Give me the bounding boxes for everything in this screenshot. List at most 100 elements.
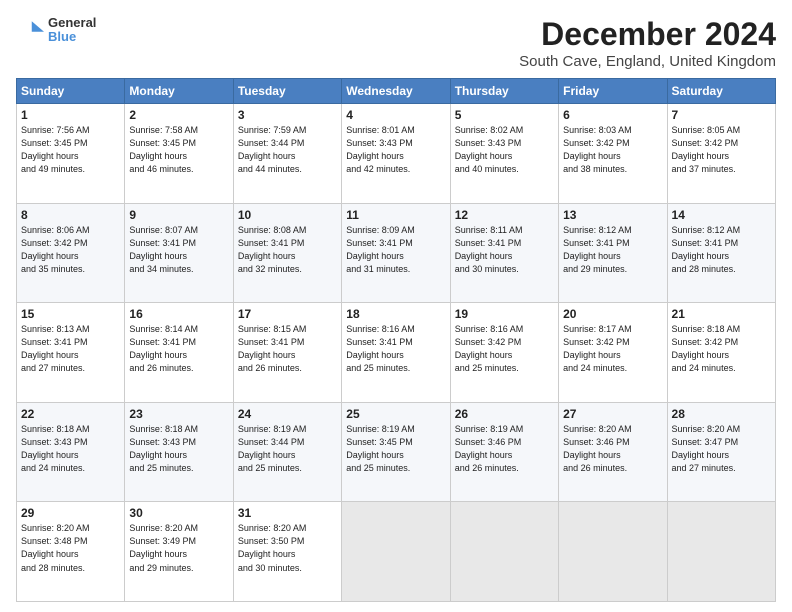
- day-info: Sunrise: 8:13 AMSunset: 3:41 PMDaylight …: [21, 324, 90, 373]
- day-number: 21: [672, 307, 771, 321]
- calendar-cell: [559, 502, 667, 602]
- day-info: Sunrise: 7:59 AMSunset: 3:44 PMDaylight …: [238, 125, 307, 174]
- day-number: 15: [21, 307, 120, 321]
- header-saturday: Saturday: [667, 79, 775, 104]
- calendar-cell: 23 Sunrise: 8:18 AMSunset: 3:43 PMDaylig…: [125, 402, 233, 502]
- header-sunday: Sunday: [17, 79, 125, 104]
- day-info: Sunrise: 7:58 AMSunset: 3:45 PMDaylight …: [129, 125, 198, 174]
- calendar-cell: 7 Sunrise: 8:05 AMSunset: 3:42 PMDayligh…: [667, 104, 775, 204]
- calendar-cell: 15 Sunrise: 8:13 AMSunset: 3:41 PMDaylig…: [17, 303, 125, 403]
- day-info: Sunrise: 8:18 AMSunset: 3:42 PMDaylight …: [672, 324, 741, 373]
- calendar-week-2: 8 Sunrise: 8:06 AMSunset: 3:42 PMDayligh…: [17, 203, 776, 303]
- day-number: 19: [455, 307, 554, 321]
- day-number: 11: [346, 208, 445, 222]
- calendar-week-1: 1 Sunrise: 7:56 AMSunset: 3:45 PMDayligh…: [17, 104, 776, 204]
- day-number: 5: [455, 108, 554, 122]
- calendar-cell: 29 Sunrise: 8:20 AMSunset: 3:48 PMDaylig…: [17, 502, 125, 602]
- day-number: 31: [238, 506, 337, 520]
- calendar-cell: 18 Sunrise: 8:16 AMSunset: 3:41 PMDaylig…: [342, 303, 450, 403]
- day-info: Sunrise: 8:20 AMSunset: 3:48 PMDaylight …: [21, 523, 90, 572]
- day-number: 2: [129, 108, 228, 122]
- calendar-cell: 3 Sunrise: 7:59 AMSunset: 3:44 PMDayligh…: [233, 104, 341, 204]
- day-number: 28: [672, 407, 771, 421]
- day-number: 4: [346, 108, 445, 122]
- header-wednesday: Wednesday: [342, 79, 450, 104]
- header-tuesday: Tuesday: [233, 79, 341, 104]
- day-info: Sunrise: 8:14 AMSunset: 3:41 PMDaylight …: [129, 324, 198, 373]
- day-number: 22: [21, 407, 120, 421]
- header-friday: Friday: [559, 79, 667, 104]
- calendar-cell: 25 Sunrise: 8:19 AMSunset: 3:45 PMDaylig…: [342, 402, 450, 502]
- calendar-cell: 22 Sunrise: 8:18 AMSunset: 3:43 PMDaylig…: [17, 402, 125, 502]
- day-info: Sunrise: 8:18 AMSunset: 3:43 PMDaylight …: [21, 424, 90, 473]
- calendar-week-5: 29 Sunrise: 8:20 AMSunset: 3:48 PMDaylig…: [17, 502, 776, 602]
- calendar-cell: 9 Sunrise: 8:07 AMSunset: 3:41 PMDayligh…: [125, 203, 233, 303]
- day-number: 30: [129, 506, 228, 520]
- day-number: 17: [238, 307, 337, 321]
- day-info: Sunrise: 8:11 AMSunset: 3:41 PMDaylight …: [455, 225, 523, 274]
- day-number: 7: [672, 108, 771, 122]
- header-monday: Monday: [125, 79, 233, 104]
- header: General Blue December 2024 South Cave, E…: [16, 16, 776, 70]
- page-subtitle: South Cave, England, United Kingdom: [519, 53, 776, 70]
- page-title: December 2024: [519, 16, 776, 53]
- day-info: Sunrise: 8:01 AMSunset: 3:43 PMDaylight …: [346, 125, 415, 174]
- day-info: Sunrise: 8:03 AMSunset: 3:42 PMDaylight …: [563, 125, 632, 174]
- day-info: Sunrise: 8:12 AMSunset: 3:41 PMDaylight …: [672, 225, 741, 274]
- calendar-cell: 28 Sunrise: 8:20 AMSunset: 3:47 PMDaylig…: [667, 402, 775, 502]
- day-info: Sunrise: 8:12 AMSunset: 3:41 PMDaylight …: [563, 225, 632, 274]
- title-block: December 2024 South Cave, England, Unite…: [519, 16, 776, 70]
- day-info: Sunrise: 8:17 AMSunset: 3:42 PMDaylight …: [563, 324, 632, 373]
- day-number: 9: [129, 208, 228, 222]
- calendar-cell: 14 Sunrise: 8:12 AMSunset: 3:41 PMDaylig…: [667, 203, 775, 303]
- day-number: 13: [563, 208, 662, 222]
- calendar-cell: 17 Sunrise: 8:15 AMSunset: 3:41 PMDaylig…: [233, 303, 341, 403]
- day-info: Sunrise: 8:05 AMSunset: 3:42 PMDaylight …: [672, 125, 741, 174]
- day-number: 23: [129, 407, 228, 421]
- day-number: 3: [238, 108, 337, 122]
- calendar-cell: 10 Sunrise: 8:08 AMSunset: 3:41 PMDaylig…: [233, 203, 341, 303]
- calendar-cell: 27 Sunrise: 8:20 AMSunset: 3:46 PMDaylig…: [559, 402, 667, 502]
- day-number: 8: [21, 208, 120, 222]
- day-number: 18: [346, 307, 445, 321]
- header-thursday: Thursday: [450, 79, 558, 104]
- day-info: Sunrise: 8:02 AMSunset: 3:43 PMDaylight …: [455, 125, 524, 174]
- day-info: Sunrise: 8:15 AMSunset: 3:41 PMDaylight …: [238, 324, 307, 373]
- day-info: Sunrise: 8:19 AMSunset: 3:45 PMDaylight …: [346, 424, 415, 473]
- calendar-week-3: 15 Sunrise: 8:13 AMSunset: 3:41 PMDaylig…: [17, 303, 776, 403]
- day-info: Sunrise: 8:19 AMSunset: 3:44 PMDaylight …: [238, 424, 307, 473]
- day-number: 27: [563, 407, 662, 421]
- day-info: Sunrise: 8:19 AMSunset: 3:46 PMDaylight …: [455, 424, 524, 473]
- page: General Blue December 2024 South Cave, E…: [0, 0, 792, 612]
- day-info: Sunrise: 8:06 AMSunset: 3:42 PMDaylight …: [21, 225, 90, 274]
- day-number: 1: [21, 108, 120, 122]
- logo-general: General: [48, 16, 96, 30]
- calendar-cell: 2 Sunrise: 7:58 AMSunset: 3:45 PMDayligh…: [125, 104, 233, 204]
- calendar-table: SundayMondayTuesdayWednesdayThursdayFrid…: [16, 78, 776, 602]
- logo-icon: [16, 16, 44, 44]
- logo-blue: Blue: [48, 30, 96, 44]
- day-info: Sunrise: 8:16 AMSunset: 3:41 PMDaylight …: [346, 324, 415, 373]
- day-number: 20: [563, 307, 662, 321]
- day-number: 12: [455, 208, 554, 222]
- day-info: Sunrise: 8:20 AMSunset: 3:50 PMDaylight …: [238, 523, 307, 572]
- day-info: Sunrise: 8:20 AMSunset: 3:46 PMDaylight …: [563, 424, 632, 473]
- day-info: Sunrise: 8:16 AMSunset: 3:42 PMDaylight …: [455, 324, 524, 373]
- calendar-cell: 20 Sunrise: 8:17 AMSunset: 3:42 PMDaylig…: [559, 303, 667, 403]
- calendar-cell: 21 Sunrise: 8:18 AMSunset: 3:42 PMDaylig…: [667, 303, 775, 403]
- day-info: Sunrise: 8:09 AMSunset: 3:41 PMDaylight …: [346, 225, 415, 274]
- day-number: 6: [563, 108, 662, 122]
- calendar-cell: 6 Sunrise: 8:03 AMSunset: 3:42 PMDayligh…: [559, 104, 667, 204]
- day-info: Sunrise: 8:18 AMSunset: 3:43 PMDaylight …: [129, 424, 198, 473]
- calendar-cell: [342, 502, 450, 602]
- day-number: 10: [238, 208, 337, 222]
- calendar-header-row: SundayMondayTuesdayWednesdayThursdayFrid…: [17, 79, 776, 104]
- calendar-cell: 31 Sunrise: 8:20 AMSunset: 3:50 PMDaylig…: [233, 502, 341, 602]
- day-number: 25: [346, 407, 445, 421]
- calendar-cell: 26 Sunrise: 8:19 AMSunset: 3:46 PMDaylig…: [450, 402, 558, 502]
- day-number: 16: [129, 307, 228, 321]
- day-number: 24: [238, 407, 337, 421]
- logo-text: General Blue: [48, 16, 96, 45]
- day-info: Sunrise: 8:20 AMSunset: 3:49 PMDaylight …: [129, 523, 198, 572]
- calendar-cell: 8 Sunrise: 8:06 AMSunset: 3:42 PMDayligh…: [17, 203, 125, 303]
